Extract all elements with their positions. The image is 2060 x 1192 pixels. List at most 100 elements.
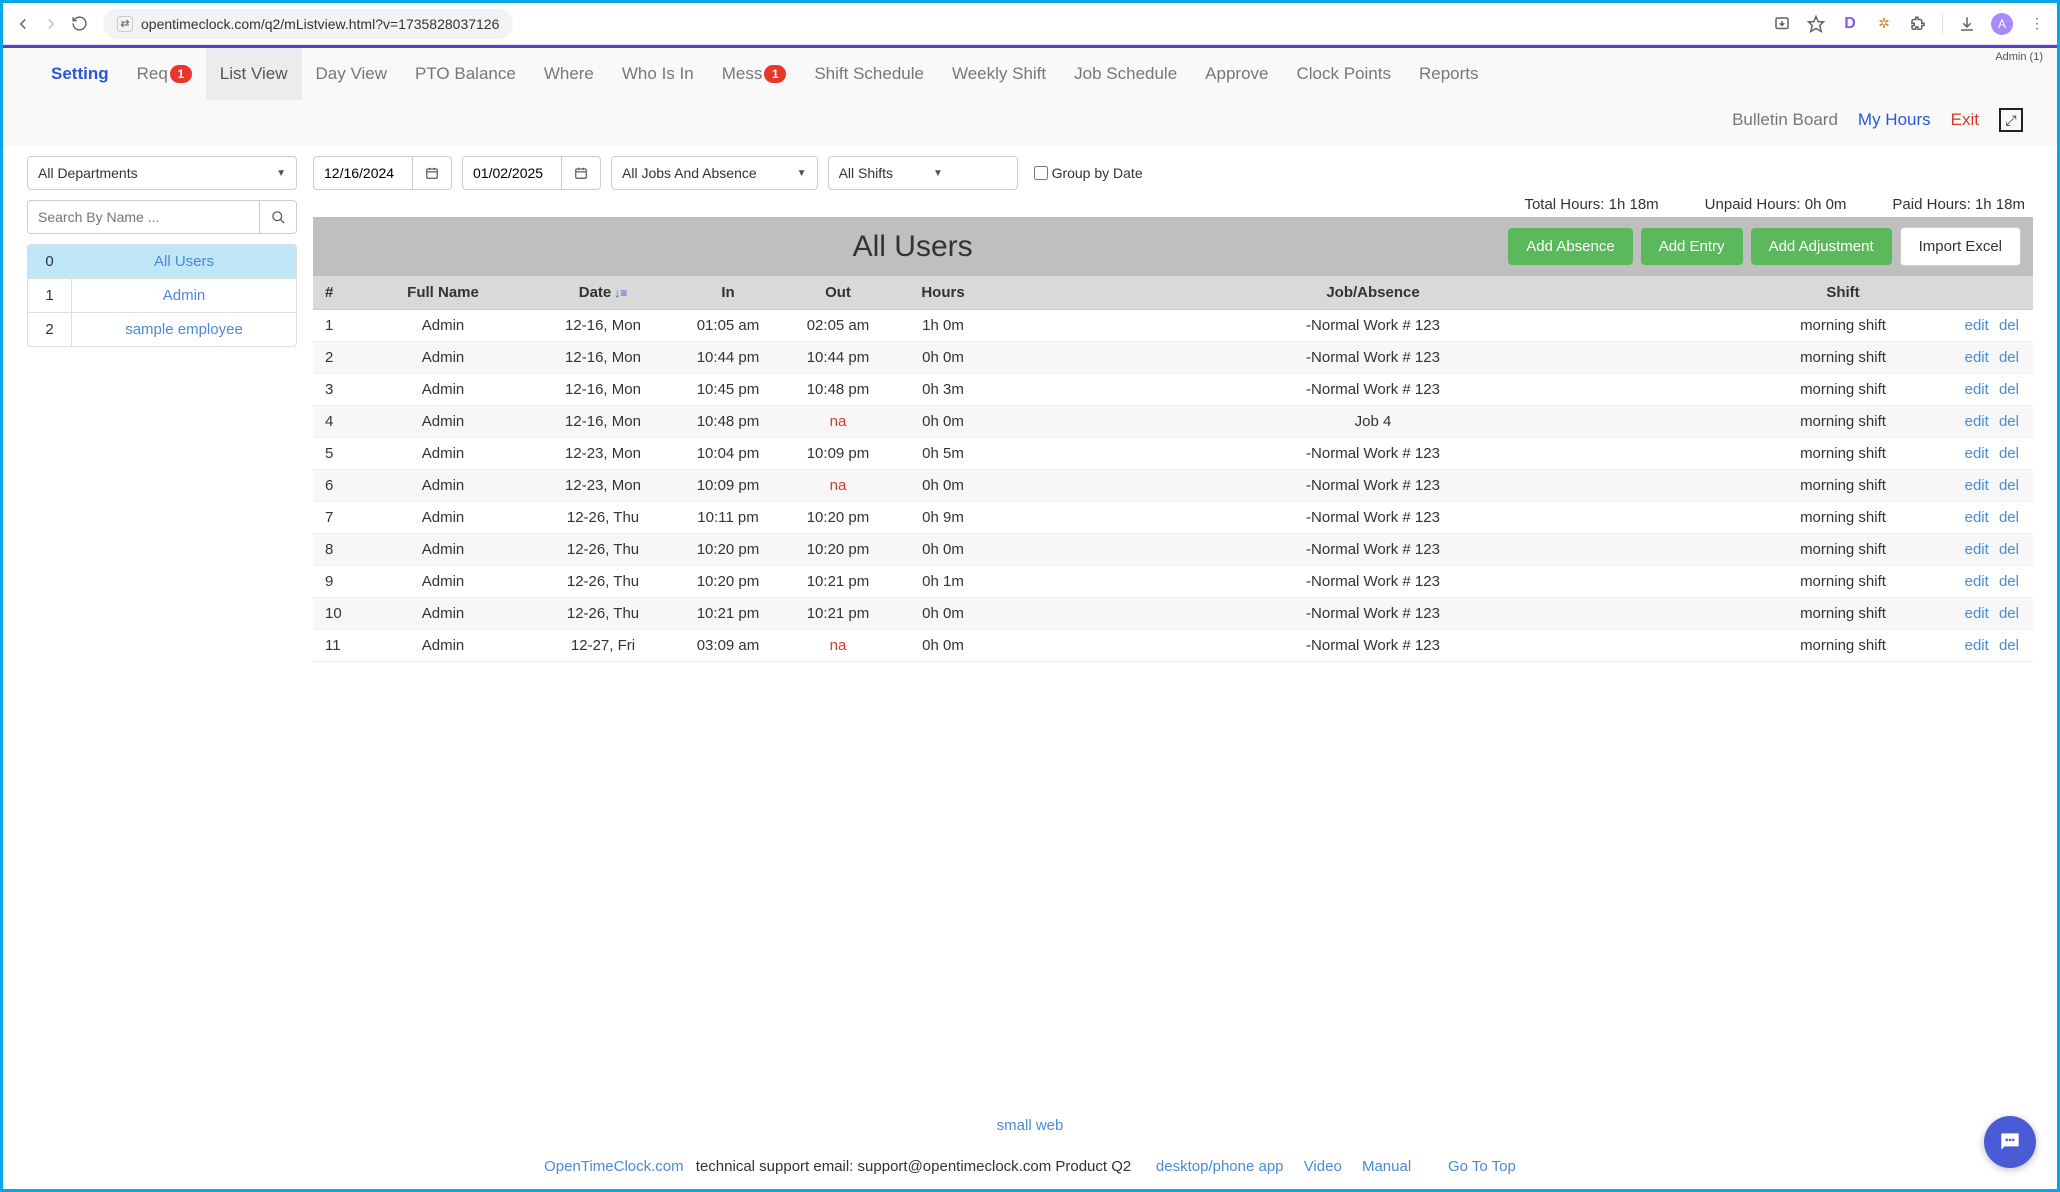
- chat-widget-button[interactable]: [1984, 1116, 2036, 1168]
- tab-who-is-in[interactable]: Who Is In: [608, 48, 708, 100]
- import-excel-button[interactable]: Import Excel: [1900, 227, 2021, 266]
- edit-link[interactable]: edit: [1965, 509, 1989, 526]
- tab-mess[interactable]: Mess1: [708, 48, 801, 100]
- del-link[interactable]: del: [1999, 477, 2019, 494]
- del-link[interactable]: del: [1999, 413, 2019, 430]
- del-link[interactable]: del: [1999, 637, 2019, 654]
- link-exit[interactable]: Exit: [1951, 110, 1979, 130]
- menu-dots-icon[interactable]: ⋮: [2027, 14, 2047, 34]
- del-link[interactable]: del: [1999, 445, 2019, 462]
- col-hours[interactable]: Hours: [893, 276, 993, 310]
- cell-num: 11: [313, 630, 353, 662]
- col-shift[interactable]: Shift: [1753, 276, 1933, 310]
- del-link[interactable]: del: [1999, 605, 2019, 622]
- download-icon[interactable]: [1957, 14, 1977, 34]
- link-brand[interactable]: OpenTimeClock.com: [544, 1158, 683, 1175]
- del-link[interactable]: del: [1999, 381, 2019, 398]
- edit-link[interactable]: edit: [1965, 445, 1989, 462]
- del-link[interactable]: del: [1999, 541, 2019, 558]
- forward-icon[interactable]: [41, 14, 61, 34]
- cell-out: 10:20 pm: [783, 502, 893, 534]
- reload-icon[interactable]: [69, 14, 89, 34]
- department-select[interactable]: All Departments ▼: [27, 156, 297, 190]
- tab-pto-balance[interactable]: PTO Balance: [401, 48, 530, 100]
- del-link[interactable]: del: [1999, 349, 2019, 366]
- col-date[interactable]: Date↓≡: [533, 276, 673, 310]
- tab-where[interactable]: Where: [530, 48, 608, 100]
- table-row: 6 Admin 12-23, Mon 10:09 pm na 0h 0m -No…: [313, 470, 2033, 502]
- extension-d-icon[interactable]: D: [1840, 14, 1860, 34]
- date-to-input[interactable]: [462, 156, 562, 190]
- user-name-link[interactable]: Admin: [72, 279, 296, 312]
- user-list-row[interactable]: 1Admin: [28, 279, 296, 313]
- calendar-icon: [425, 166, 439, 180]
- tab-reports[interactable]: Reports: [1405, 48, 1493, 100]
- shift-select[interactable]: All Shifts ▼: [828, 156, 1018, 190]
- tab-approve[interactable]: Approve: [1191, 48, 1282, 100]
- user-name-link[interactable]: sample employee: [72, 313, 296, 346]
- date-from-input[interactable]: [313, 156, 413, 190]
- cell-out: 10:21 pm: [783, 598, 893, 630]
- link-desktop-app[interactable]: desktop/phone app: [1156, 1158, 1284, 1175]
- link-my-hours[interactable]: My Hours: [1858, 110, 1931, 130]
- tab-weekly-shift[interactable]: Weekly Shift: [938, 48, 1060, 100]
- edit-link[interactable]: edit: [1965, 477, 1989, 494]
- add-absence-button[interactable]: Add Absence: [1508, 228, 1632, 265]
- cell-actions: edit del: [1933, 470, 2033, 502]
- user-list-row[interactable]: 0All Users: [28, 245, 296, 279]
- install-icon[interactable]: [1772, 14, 1792, 34]
- edit-link[interactable]: edit: [1965, 573, 1989, 590]
- tab-clock-points[interactable]: Clock Points: [1283, 48, 1405, 100]
- fullscreen-icon[interactable]: ⤢: [1999, 108, 2023, 132]
- tab-req[interactable]: Req1: [123, 48, 206, 100]
- edit-link[interactable]: edit: [1965, 413, 1989, 430]
- search-input[interactable]: [27, 200, 259, 234]
- link-manual[interactable]: Manual: [1362, 1158, 1411, 1175]
- cell-num: 2: [313, 342, 353, 374]
- cell-out: 10:48 pm: [783, 374, 893, 406]
- back-icon[interactable]: [13, 14, 33, 34]
- edit-link[interactable]: edit: [1965, 381, 1989, 398]
- group-by-date-checkbox[interactable]: Group by Date: [1034, 165, 1143, 181]
- del-link[interactable]: del: [1999, 573, 2019, 590]
- link-bulletin-board[interactable]: Bulletin Board: [1732, 110, 1838, 130]
- add-adjustment-button[interactable]: Add Adjustment: [1751, 228, 1892, 265]
- tab-setting[interactable]: Setting: [37, 48, 123, 100]
- col-num[interactable]: #: [313, 276, 353, 310]
- profile-avatar[interactable]: A: [1991, 13, 2013, 35]
- site-settings-icon[interactable]: ⇄: [117, 16, 133, 32]
- edit-link[interactable]: edit: [1965, 541, 1989, 558]
- col-in[interactable]: In: [673, 276, 783, 310]
- browser-toolbar: ⇄ opentimeclock.com/q2/mListview.html?v=…: [3, 3, 2057, 45]
- col-job[interactable]: Job/Absence: [993, 276, 1753, 310]
- col-name[interactable]: Full Name: [353, 276, 533, 310]
- job-select[interactable]: All Jobs And Absence ▼: [611, 156, 818, 190]
- date-from-calendar-button[interactable]: [413, 156, 452, 190]
- user-list-row[interactable]: 2sample employee: [28, 313, 296, 346]
- cell-hours: 0h 0m: [893, 598, 993, 630]
- address-bar[interactable]: ⇄ opentimeclock.com/q2/mListview.html?v=…: [103, 9, 513, 39]
- del-link[interactable]: del: [1999, 317, 2019, 334]
- search-button[interactable]: [259, 200, 297, 234]
- group-by-date-input[interactable]: [1034, 166, 1048, 180]
- edit-link[interactable]: edit: [1965, 349, 1989, 366]
- edit-link[interactable]: edit: [1965, 317, 1989, 334]
- edit-link[interactable]: edit: [1965, 637, 1989, 654]
- add-entry-button[interactable]: Add Entry: [1641, 228, 1743, 265]
- col-out[interactable]: Out: [783, 276, 893, 310]
- user-name-link[interactable]: All Users: [72, 245, 296, 278]
- extension-bug-icon[interactable]: ✲: [1874, 14, 1894, 34]
- extensions-icon[interactable]: [1908, 14, 1928, 34]
- link-video[interactable]: Video: [1304, 1158, 1342, 1175]
- tab-job-schedule[interactable]: Job Schedule: [1060, 48, 1191, 100]
- link-small-web[interactable]: small web: [997, 1117, 1064, 1134]
- tab-shift-schedule[interactable]: Shift Schedule: [800, 48, 938, 100]
- tab-day-view[interactable]: Day View: [302, 48, 402, 100]
- tab-list-view[interactable]: List View: [206, 48, 302, 100]
- date-to-calendar-button[interactable]: [562, 156, 601, 190]
- link-go-to-top[interactable]: Go To Top: [1448, 1158, 1516, 1175]
- edit-link[interactable]: edit: [1965, 605, 1989, 622]
- del-link[interactable]: del: [1999, 509, 2019, 526]
- cell-actions: edit del: [1933, 566, 2033, 598]
- bookmark-star-icon[interactable]: [1806, 14, 1826, 34]
